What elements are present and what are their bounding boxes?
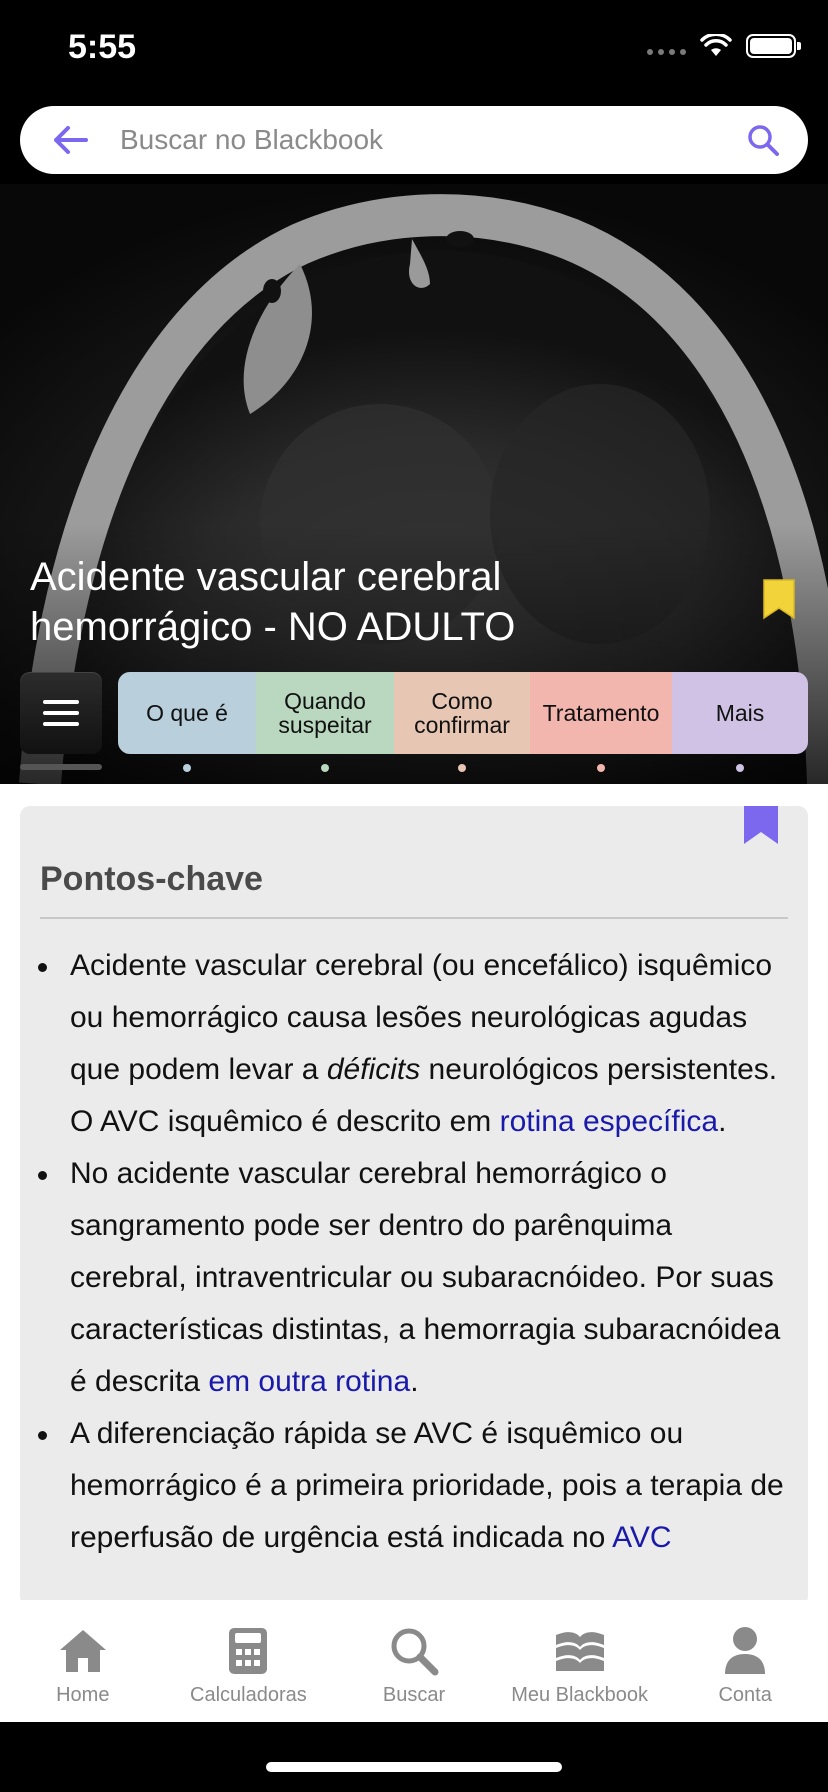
tab-indicator-dot [458, 764, 466, 772]
search-icon [391, 1628, 439, 1676]
tab-label: Mais [715, 700, 765, 726]
search-bar [20, 106, 808, 174]
nav-label: Buscar [382, 1684, 446, 1706]
link-avc[interactable]: AVC [612, 1521, 671, 1554]
home-indicator[interactable] [266, 1762, 562, 1772]
tab-o-que-e[interactable]: O que é [118, 672, 256, 754]
cellular-signal-icon [647, 37, 686, 55]
status-time: 5:55 [68, 28, 137, 66]
search-button[interactable] [718, 106, 808, 174]
link-rotina-especifica[interactable]: rotina específica [500, 1105, 718, 1138]
nav-label: Conta [718, 1684, 772, 1706]
search-icon [748, 125, 779, 156]
nav-home[interactable]: Home [0, 1600, 166, 1722]
tab-label-line2: confirmar [414, 712, 510, 738]
list-item: A diferenciação rápida se AVC é isquêmic… [20, 1408, 808, 1564]
nav-buscar[interactable]: Buscar [331, 1600, 497, 1722]
section-divider [40, 917, 788, 919]
key-points-list: Acidente vascular cerebral (ou encefálic… [20, 940, 808, 1564]
tab-label: Quando [284, 688, 366, 714]
tab-indicator-dot [321, 764, 329, 772]
back-button[interactable] [20, 106, 120, 174]
section-tabs-row: O que é Quando suspeitar Como confirmar Tr… [0, 672, 828, 784]
tab-quando-suspeitar[interactable]: Quando suspeitar [256, 672, 394, 754]
nav-label: Home [56, 1684, 110, 1706]
tab-como-confirmar[interactable]: Como confirmar [394, 672, 530, 754]
search-input[interactable] [120, 124, 718, 156]
person-icon [725, 1627, 766, 1674]
home-indicator-area [0, 1722, 828, 1792]
home-icon [59, 1630, 106, 1672]
bookmark-icon [744, 806, 778, 844]
back-arrow-icon [54, 126, 88, 154]
wifi-icon [700, 34, 732, 56]
tab-label: O que é [146, 700, 228, 726]
section-bookmark-button[interactable] [744, 806, 778, 851]
tab-label: Tratamento [542, 700, 660, 726]
list-item: No acidente vascular cerebral hemorrágic… [20, 1148, 808, 1408]
tab-indicator-dot [736, 764, 744, 772]
section-title: Pontos-chave [40, 860, 263, 898]
key-points-card: Pontos-chave Acidente vascular cerebral … [20, 806, 808, 1606]
bullet-text: No acidente vascular cerebral hemorrágic… [70, 1157, 781, 1398]
favorite-bookmark-button[interactable] [762, 578, 796, 625]
menu-button[interactable] [20, 672, 102, 754]
nav-label: Calculadoras [190, 1684, 307, 1706]
nav-conta[interactable]: Conta [662, 1600, 828, 1722]
book-icon [555, 1632, 604, 1671]
hamburger-icon [43, 693, 79, 733]
bullet-italic-text: déficits [326, 1053, 421, 1086]
tab-label-line2: suspeitar [278, 712, 372, 738]
tab-tratamento[interactable]: Tratamento [530, 672, 672, 754]
bullet-text: . [410, 1365, 419, 1398]
status-icons [647, 34, 801, 58]
nav-label: Meu Blackbook [511, 1684, 648, 1706]
status-bar: 5:55 [0, 0, 828, 100]
tab-label: Como [431, 688, 493, 714]
bottom-navigation: Home Calculadoras Buscar Meu Blackbook C… [0, 1600, 828, 1722]
nav-meu-blackbook[interactable]: Meu Blackbook [497, 1600, 663, 1722]
tab-indicator-dot [597, 764, 605, 772]
menu-indicator [20, 764, 102, 770]
battery-icon [746, 34, 801, 58]
nav-calculadoras[interactable]: Calculadoras [166, 1600, 332, 1722]
list-item: Acidente vascular cerebral (ou encefálic… [20, 940, 808, 1148]
link-outra-rotina[interactable]: em outra rotina [208, 1365, 410, 1398]
calculator-icon [229, 1628, 268, 1674]
bullet-text: A diferenciação rápida se AVC é isquêmic… [70, 1417, 784, 1554]
bookmark-icon [763, 579, 795, 620]
bullet-text: . [718, 1105, 727, 1138]
tab-indicators [118, 764, 808, 776]
tab-indicator-dot [183, 764, 191, 772]
article-title: Acidente vascular cerebral hemorrágico -… [30, 555, 516, 649]
section-tabs: O que é Quando suspeitar Como confirmar Tr… [118, 672, 808, 754]
tab-mais[interactable]: Mais [672, 672, 808, 754]
